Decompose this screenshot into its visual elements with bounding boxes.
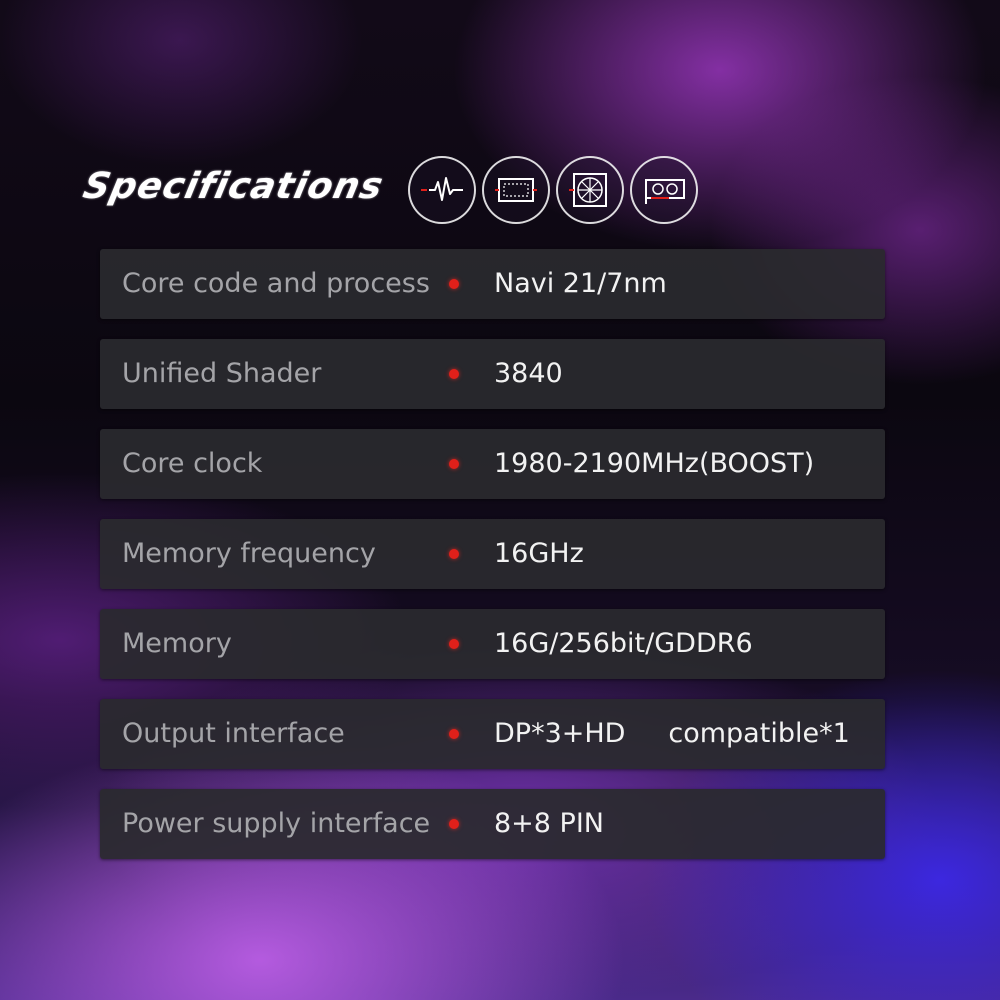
spec-value: 16GHz	[494, 538, 584, 569]
bullet-dot	[449, 729, 459, 739]
spec-row-memory-frequency: Memory frequency 16GHz	[100, 519, 885, 589]
bullet-dot	[449, 819, 459, 829]
spec-label: Power supply interface	[122, 808, 431, 839]
spec-value: 1980-2190MHz(BOOST)	[494, 448, 815, 479]
bullet-dot	[449, 549, 459, 559]
spec-row-power-supply: Power supply interface 8+8 PIN	[100, 789, 885, 859]
spec-label: Output interface	[122, 718, 345, 749]
spec-value: Navi 21/7nm	[494, 268, 667, 299]
spec-label: Memory	[122, 628, 232, 659]
spec-row-core-code: Core code and process Navi 21/7nm	[100, 249, 885, 319]
fan-icon	[556, 156, 624, 224]
bullet-dot	[449, 369, 459, 379]
spec-row-memory: Memory 16G/256bit/GDDR6	[100, 609, 885, 679]
spec-value: 3840	[494, 358, 563, 389]
page-title: Specifications	[79, 166, 388, 207]
spec-row-unified-shader: Unified Shader 3840	[100, 339, 885, 409]
spec-value: DP*3+HD compatible*1	[494, 718, 850, 749]
spec-label: Memory frequency	[122, 538, 376, 569]
bullet-dot	[449, 459, 459, 469]
spec-label: Unified Shader	[122, 358, 322, 389]
spec-value: 8+8 PIN	[494, 808, 605, 839]
spec-value: 16G/256bit/GDDR6	[494, 628, 753, 659]
spec-label: Core code and process	[122, 268, 430, 299]
spec-list: Core code and process Navi 21/7nm Unifie…	[100, 249, 885, 879]
feature-icons	[408, 156, 698, 224]
circuit-board-icon	[482, 156, 550, 224]
graphics-card-icon	[630, 156, 698, 224]
pulse-icon	[408, 156, 476, 224]
spec-row-output-interface: Output interface DP*3+HD compatible*1	[100, 699, 885, 769]
bullet-dot	[449, 639, 459, 649]
spec-label: Core clock	[122, 448, 263, 479]
bullet-dot	[449, 279, 459, 289]
spec-row-core-clock: Core clock 1980-2190MHz(BOOST)	[100, 429, 885, 499]
